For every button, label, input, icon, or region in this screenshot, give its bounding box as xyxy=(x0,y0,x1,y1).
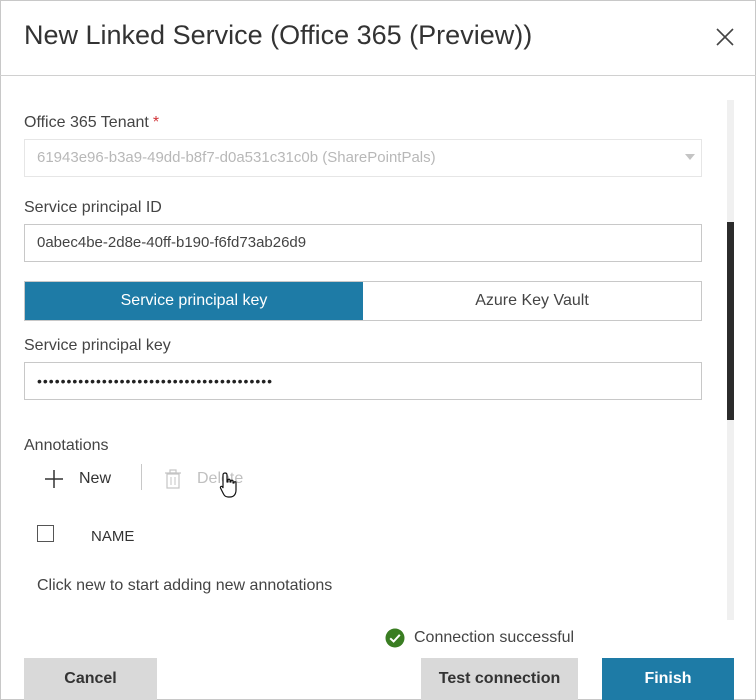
tenant-select-value: 61943e96-b3a9-49dd-b8f7-d0a531c31c0b (Sh… xyxy=(37,149,436,166)
connection-status-text: Connection successful xyxy=(414,629,575,646)
select-all-checkbox[interactable] xyxy=(37,525,54,542)
tenant-label: Office 365 Tenant * xyxy=(24,114,159,132)
plus-icon xyxy=(45,470,63,488)
tenant-select[interactable]: 61943e96-b3a9-49dd-b8f7-d0a531c31c0b (Sh… xyxy=(24,139,702,177)
connection-status: Connection successful xyxy=(385,628,574,648)
test-connection-button[interactable]: Test connection xyxy=(421,658,578,700)
check-circle-icon xyxy=(385,628,405,648)
required-mark: * xyxy=(152,114,160,131)
toggle-azure-key-vault[interactable]: Azure Key Vault xyxy=(363,282,701,320)
principal-id-label: Service principal ID xyxy=(24,199,162,216)
principal-key-input[interactable]: •••••••••••••••••••••••••••••••••••••••• xyxy=(24,362,702,400)
toggle-service-principal-key[interactable]: Service principal key xyxy=(25,282,363,320)
close-icon[interactable] xyxy=(712,24,738,50)
trash-icon xyxy=(165,469,181,489)
name-column-header: NAME xyxy=(91,528,135,545)
dialog-header: New Linked Service (Office 365 (Preview)… xyxy=(0,0,756,76)
chevron-down-icon xyxy=(685,154,695,160)
new-annotation-label: New xyxy=(79,470,112,487)
dialog-title: New Linked Service (Office 365 (Preview)… xyxy=(24,20,533,50)
finish-button[interactable]: Finish xyxy=(602,658,734,700)
tenant-label-text: Office 365 Tenant xyxy=(24,114,149,131)
principal-key-label: Service principal key xyxy=(24,337,171,354)
scrollbar-thumb[interactable] xyxy=(727,222,734,420)
principal-id-input[interactable]: 0abec4be-2d8e-40ff-b190-f6fd73ab26d9 xyxy=(24,224,702,262)
auth-type-toggle: Service principal key Azure Key Vault xyxy=(24,281,702,321)
cancel-button[interactable]: Cancel xyxy=(24,658,157,700)
empty-annotations-message: Click new to start adding new annotation… xyxy=(37,577,333,594)
toolbar-divider xyxy=(141,464,142,490)
annotations-heading: Annotations xyxy=(24,437,109,454)
hand-cursor-icon xyxy=(219,472,237,498)
new-annotation-button[interactable]: New xyxy=(44,466,111,492)
